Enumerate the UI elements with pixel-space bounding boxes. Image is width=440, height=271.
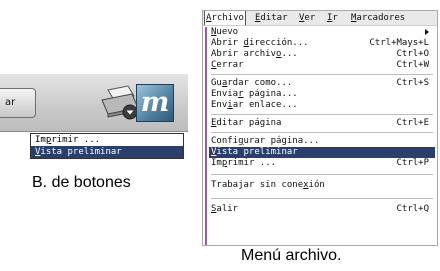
popup-item-imprimir[interactable]: Imprimir ...	[31, 134, 183, 146]
menubar-item-ver[interactable]: Ver	[299, 11, 315, 25]
menu-item-imprimir[interactable]: Imprimir ... Ctrl+P	[211, 158, 433, 169]
menubar-item-ir[interactable]: Ir	[327, 11, 338, 25]
menubar-item-archivo[interactable]: Archivo	[204, 11, 246, 25]
popup-item-vista-preliminar[interactable]: Vista preliminar	[31, 146, 183, 158]
menu-separator	[211, 174, 433, 175]
file-menu-screenshot: Archivo Editar Ver Ir Marcadores Nuevo A…	[202, 10, 438, 246]
menu-item-guardar-como[interactable]: Guardar como... Ctrl+S	[211, 78, 433, 89]
toolbar-screenshot: ar m Imprimir ... Vista preliminar	[0, 74, 188, 172]
mozilla-icon[interactable]: m	[136, 84, 174, 122]
menubar-item-marcadores[interactable]: Marcadores	[351, 11, 405, 25]
menu-separator	[211, 74, 433, 75]
menu-item-trabajar-sin-conexion[interactable]: Trabajar sin conexión	[211, 180, 433, 191]
menu-separator	[211, 132, 433, 133]
menu-item-enviar-enlace[interactable]: Enviar enlace...	[211, 100, 433, 111]
menu-item-abrir-archivo[interactable]: Abrir archivo... Ctrl+O	[211, 49, 433, 60]
caption-button-bar: B. de botones	[32, 174, 131, 191]
archivo-dropdown: Nuevo Abrir dirección... Ctrl+Mays+L Abri…	[205, 27, 437, 245]
submenu-arrow-icon	[425, 29, 429, 35]
print-popup-menu: Imprimir ... Vista preliminar	[30, 133, 184, 159]
menubar-item-editar[interactable]: Editar	[255, 11, 288, 25]
menu-separator	[211, 114, 433, 115]
menubar: Archivo Editar Ver Ir Marcadores	[203, 11, 437, 26]
toolbar-strip: ar m	[0, 74, 188, 132]
menu-item-nuevo[interactable]: Nuevo	[211, 27, 433, 38]
menu-separator	[211, 198, 433, 199]
menu-item-editar-pagina[interactable]: Editar página Ctrl+E	[211, 118, 433, 129]
menu-item-configurar-pagina[interactable]: Configurar página...	[211, 136, 433, 147]
menu-item-salir[interactable]: Salir Ctrl+Q	[211, 204, 433, 215]
caption-file-menu: Menú archivo.	[241, 247, 342, 264]
menu-item-enviar-pagina[interactable]: Enviar página...	[211, 89, 433, 100]
menu-item-abrir-direccion[interactable]: Abrir dirección... Ctrl+Mays+L	[211, 38, 433, 49]
menu-item-vista-preliminar[interactable]: Vista preliminar	[209, 147, 435, 158]
menu-item-cerrar[interactable]: Cerrar Ctrl+W	[211, 60, 433, 71]
toolbar-button[interactable]: ar	[0, 88, 36, 118]
